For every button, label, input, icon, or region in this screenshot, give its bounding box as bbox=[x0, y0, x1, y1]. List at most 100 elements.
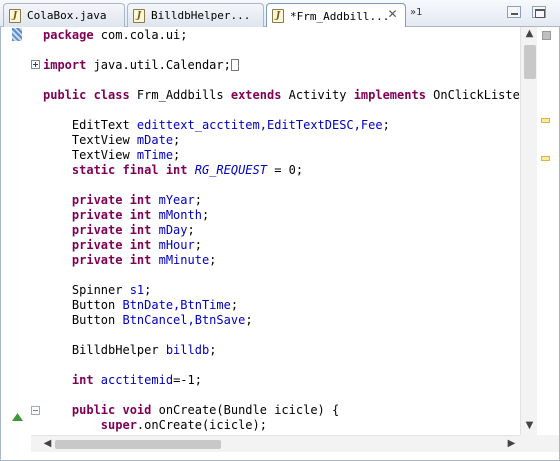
keyword: extends bbox=[230, 88, 282, 102]
code-text-span: ; bbox=[194, 238, 202, 252]
code-line: private int mMinute; bbox=[43, 253, 217, 268]
code-text-span: ; bbox=[201, 208, 210, 222]
code-line: Spinner s1; bbox=[43, 283, 152, 298]
tab-billdbhelper[interactable]: J BilldbHelper... bbox=[127, 3, 264, 27]
code-line: static final int RG_REQUEST = 0; bbox=[43, 163, 303, 178]
keyword: private int bbox=[43, 193, 152, 207]
field-name: billdb bbox=[165, 343, 210, 357]
quick-diff-marker bbox=[12, 28, 22, 41]
code-text-span: Button bbox=[43, 298, 123, 312]
code-text-span: java.util.Calendar; bbox=[86, 58, 231, 72]
vertical-scroll-thumb[interactable] bbox=[524, 45, 536, 79]
scroll-down-icon[interactable]: ▼ bbox=[521, 420, 538, 431]
overview-status-icon[interactable] bbox=[542, 31, 551, 40]
code-line: TextView mDate; bbox=[43, 133, 180, 148]
field-name: mYear bbox=[151, 193, 195, 207]
warning-marker[interactable] bbox=[541, 118, 550, 123]
code-line: EditText edittext_acctitem,EditTextDESC,… bbox=[43, 118, 390, 133]
field-name: edittext_acctitem,EditTextDESC,Fee bbox=[136, 118, 383, 132]
code-text-span: OnClickListener bbox=[433, 88, 521, 102]
code-text-span: Activity bbox=[281, 88, 354, 102]
keyword: package bbox=[43, 28, 94, 42]
keyword: import bbox=[43, 58, 87, 72]
code-text-span: ; bbox=[194, 193, 202, 207]
code-line: int acctitemid=-1; bbox=[43, 373, 202, 388]
close-icon[interactable]: ✕ bbox=[386, 8, 399, 21]
code-line: Button BtnDate,BtnTime; bbox=[43, 298, 238, 313]
tab-frm-addbills[interactable]: J *Frm_Addbill... ✕ bbox=[266, 3, 406, 28]
code-line: TextView mTime; bbox=[43, 148, 180, 163]
horizontal-scroll-thumb[interactable] bbox=[55, 440, 221, 449]
fold-collapse-icon[interactable] bbox=[31, 406, 40, 415]
keyword: private int bbox=[43, 208, 152, 222]
code-text-span: TextView bbox=[43, 148, 137, 162]
editor-tab-bar: J ColaBox.java J BilldbHelper... J *Frm_… bbox=[0, 0, 560, 28]
code-text-span: ; bbox=[382, 118, 390, 132]
maximize-icon[interactable] bbox=[532, 6, 546, 18]
keyword: public void bbox=[43, 403, 152, 417]
keyword: implements bbox=[353, 88, 426, 102]
code-line: super.onCreate(icicle); bbox=[43, 418, 267, 433]
override-indicator-icon bbox=[12, 406, 23, 425]
scroll-right-icon[interactable]: ▶ bbox=[503, 438, 520, 449]
code-text-span: com.cola.ui; bbox=[93, 28, 188, 42]
keyword: private int bbox=[43, 223, 152, 237]
keyword: super bbox=[43, 418, 137, 432]
code-text-span: .onCreate(icicle); bbox=[136, 418, 267, 432]
code-text-span: ; bbox=[209, 343, 217, 357]
code-text-span: ; bbox=[144, 283, 152, 297]
overview-ruler[interactable] bbox=[538, 27, 559, 435]
field-name: mHour bbox=[151, 238, 195, 252]
code-text-span: BilldbHelper bbox=[43, 343, 166, 357]
minimize-icon[interactable] bbox=[507, 6, 521, 18]
vertical-scrollbar[interactable]: ▲ ▼ bbox=[520, 27, 537, 435]
code-text-span: ; bbox=[209, 253, 217, 267]
code-text-span: ; bbox=[187, 223, 195, 237]
code-text-span: onCreate(Bundle icicle) { bbox=[151, 403, 340, 417]
code-text-span: ; bbox=[245, 313, 253, 327]
horizontal-scrollbar[interactable]: ◀ ▶ bbox=[31, 435, 520, 452]
java-file-icon: J bbox=[272, 9, 284, 23]
tab-colabox[interactable]: J ColaBox.java bbox=[3, 3, 125, 27]
keyword: public class bbox=[43, 88, 130, 102]
java-file-icon: J bbox=[9, 8, 21, 23]
warning-marker[interactable] bbox=[541, 156, 550, 161]
code-line: private int mYear; bbox=[43, 193, 202, 208]
tab-label: ColaBox.java bbox=[27, 9, 107, 22]
field-name: RG_REQUEST bbox=[187, 163, 267, 177]
code-editor[interactable]: package com.cola.ui; import java.util.Ca… bbox=[0, 27, 560, 461]
code-line: private int mMonth; bbox=[43, 208, 209, 223]
java-file-icon: J bbox=[133, 8, 145, 23]
keyword: private int bbox=[43, 238, 152, 252]
field-name: mDay bbox=[151, 223, 188, 237]
code-text-span: ; bbox=[173, 148, 181, 162]
field-name: s1 bbox=[129, 283, 145, 297]
scroll-left-icon[interactable]: ◀ bbox=[39, 438, 56, 449]
code-text-span: Spinner bbox=[43, 283, 130, 297]
tab-label: *Frm_Addbill... bbox=[290, 9, 390, 23]
code-line: import java.util.Calendar; bbox=[43, 58, 239, 73]
scrollbar-corner bbox=[520, 435, 559, 452]
code-text-span: Button bbox=[43, 313, 123, 327]
field-name: mMinute bbox=[151, 253, 210, 267]
fold-expand-icon[interactable] bbox=[31, 60, 40, 69]
code-text-span: = 0; bbox=[266, 163, 304, 177]
field-name: BtnCancel,BtnSave bbox=[122, 313, 246, 327]
scroll-up-icon[interactable]: ▲ bbox=[521, 28, 538, 39]
vertical-ruler bbox=[1, 27, 40, 435]
code-line: private int mHour; bbox=[43, 238, 202, 253]
code-line: private int mDay; bbox=[43, 223, 195, 238]
tab-overflow-button[interactable]: »1 bbox=[410, 7, 422, 18]
code-line: public class Frm_Addbills extends Activi… bbox=[43, 88, 521, 103]
code-text-span: ; bbox=[173, 133, 181, 147]
tab-label: BilldbHelper... bbox=[151, 9, 251, 22]
code-text-span: Frm_Addbills bbox=[129, 88, 231, 102]
folded-code-box[interactable] bbox=[230, 59, 239, 71]
code-text-span: EditText bbox=[43, 118, 137, 132]
code-text-span: TextView bbox=[43, 133, 137, 147]
field-name: mMonth bbox=[151, 208, 202, 222]
code-text[interactable]: package com.cola.ui; import java.util.Ca… bbox=[43, 27, 521, 435]
code-text-span: ; bbox=[230, 298, 239, 312]
code-text-span: =-1; bbox=[173, 373, 202, 387]
field-name: mTime bbox=[136, 148, 174, 162]
